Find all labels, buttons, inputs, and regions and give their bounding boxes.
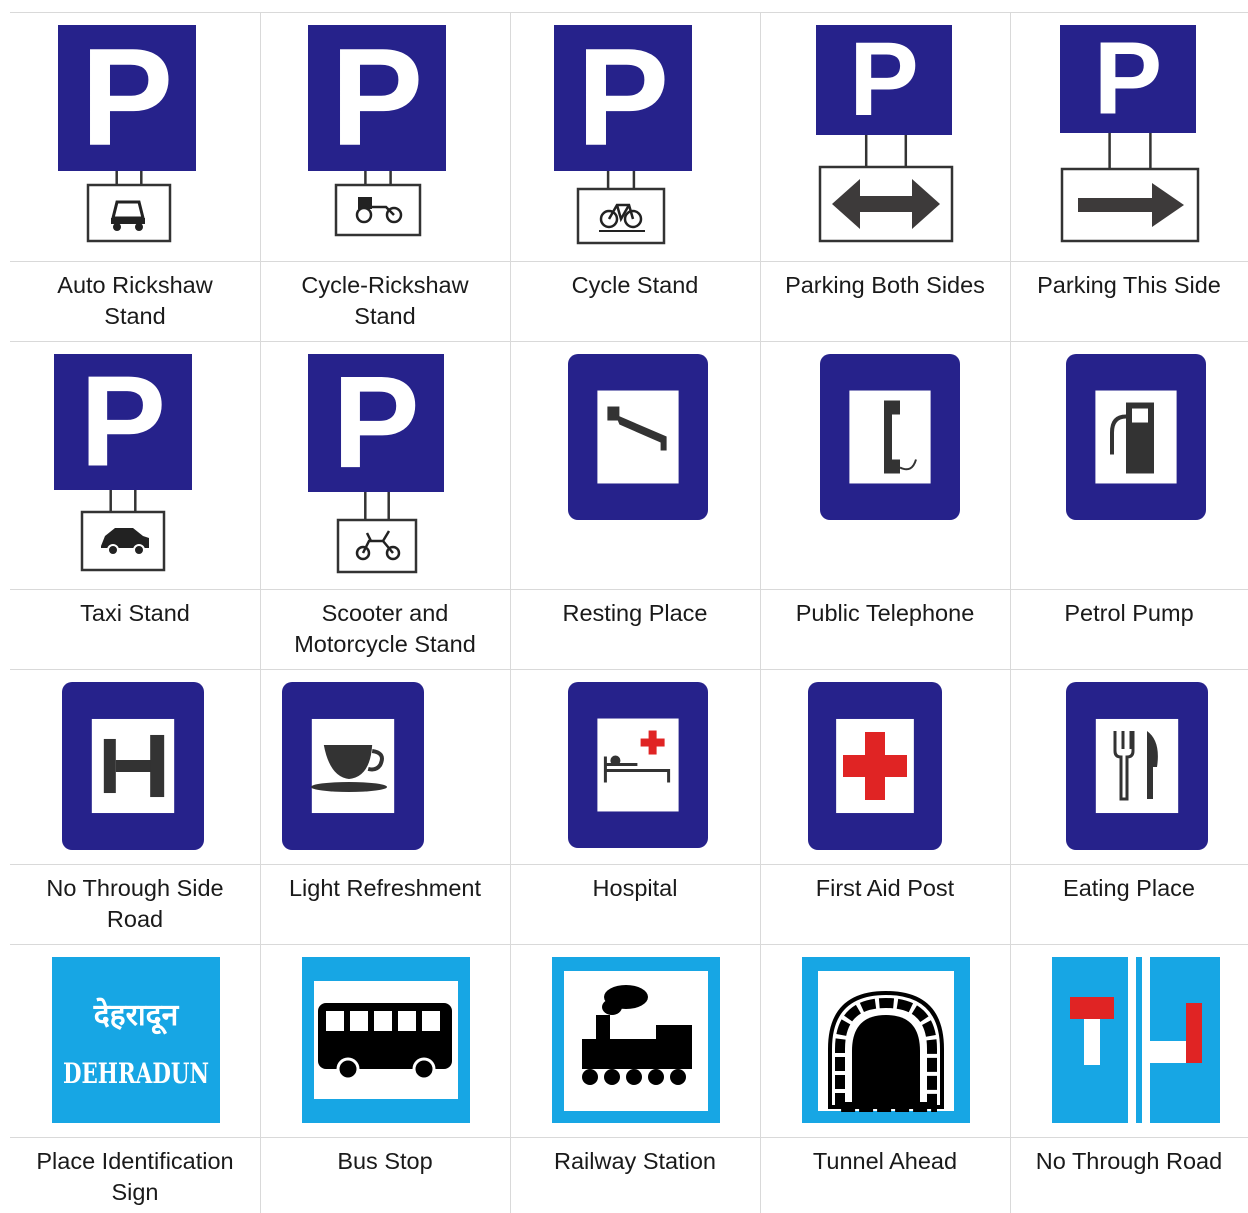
place-name-hindi: देहरादून xyxy=(93,997,180,1035)
sign-label: Taxi Stand xyxy=(80,600,190,626)
svg-text:P: P xyxy=(80,350,166,494)
sign-label-cell: Resting Place xyxy=(510,589,760,669)
sign-image-cell xyxy=(260,669,510,864)
telephone-icon xyxy=(820,354,960,520)
sign-label: Cycle Stand xyxy=(571,272,699,298)
sign-label: Auto Rickshaw Stand xyxy=(57,272,213,329)
red-cross-icon xyxy=(808,682,942,850)
sign-label: Parking Both Sides xyxy=(785,272,985,298)
sign-image-cell: P xyxy=(510,12,760,261)
sign-image-cell xyxy=(1010,669,1248,864)
sign-image-cell: P xyxy=(760,12,1010,261)
sign-image-cell: P xyxy=(260,12,510,261)
svg-text:P: P xyxy=(577,20,670,175)
tunnel-icon xyxy=(802,957,970,1123)
svg-text:P: P xyxy=(849,21,919,138)
sign-image-cell xyxy=(10,669,260,864)
sign-label-cell: No Through Road xyxy=(1010,1137,1248,1213)
sign-label: No Through Road xyxy=(1035,1148,1223,1174)
parking-auto-rickshaw-icon: P xyxy=(58,20,196,243)
sign-label: Cycle-Rickshaw Stand xyxy=(301,272,469,329)
sign-label: First Aid Post xyxy=(815,875,955,901)
sign-label: Petrol Pump xyxy=(1064,600,1194,626)
sign-image-cell xyxy=(510,669,760,864)
sign-label-cell: First Aid Post xyxy=(760,864,1010,944)
parking-this-side-icon: P xyxy=(1060,21,1200,243)
sign-label-cell: Light Refreshment xyxy=(260,864,510,944)
place-name-english: DEHRADUN xyxy=(63,1057,209,1090)
sign-label: Eating Place xyxy=(1063,875,1195,901)
sign-label-cell: Parking This Side xyxy=(1010,261,1248,341)
parking-scooter-icon: P xyxy=(308,348,444,574)
steam-locomotive-icon xyxy=(552,957,720,1123)
bed-icon xyxy=(568,354,708,520)
sign-label: Public Telephone xyxy=(795,600,975,626)
bus-icon xyxy=(302,957,470,1123)
sign-image-cell xyxy=(260,944,510,1137)
teacup-icon xyxy=(282,682,424,850)
sign-label: Hospital xyxy=(592,875,678,901)
parking-cycle-rickshaw-icon: P xyxy=(308,20,446,237)
svg-text:P: P xyxy=(81,20,174,175)
no-through-road-icon xyxy=(1052,957,1220,1123)
sign-label: Place Identification Sign xyxy=(36,1148,234,1205)
svg-text:P: P xyxy=(331,20,424,175)
sign-label: No Through Side Road xyxy=(46,875,224,932)
sign-label-cell: Place Identification Sign xyxy=(10,1137,260,1213)
sign-image-cell: देहरादून DEHRADUN xyxy=(10,944,260,1137)
sign-label-cell: Scooter and Motorcycle Stand xyxy=(260,589,510,669)
sign-label: Parking This Side xyxy=(1037,272,1221,298)
sign-label-cell: Tunnel Ahead xyxy=(760,1137,1010,1213)
signs-grid: P Auto Rickshaw Stand P Cycle-Rickshaw Stan… xyxy=(10,12,1248,1213)
sign-image-cell: P xyxy=(10,341,260,589)
sign-label-cell: Eating Place xyxy=(1010,864,1248,944)
fork-knife-icon xyxy=(1066,682,1208,850)
hospital-bed-icon xyxy=(568,682,708,848)
sign-image-cell xyxy=(510,944,760,1137)
sign-label-cell: Bus Stop xyxy=(260,1137,510,1213)
sign-image-cell xyxy=(1010,944,1248,1137)
sign-label: Resting Place xyxy=(562,600,708,626)
sign-image-cell: P xyxy=(260,341,510,589)
parking-taxi-icon: P xyxy=(54,350,192,572)
sign-label: Bus Stop xyxy=(337,1148,433,1174)
sign-label: Scooter and Motorcycle Stand xyxy=(294,600,476,657)
parking-both-sides-icon: P xyxy=(816,21,954,243)
sign-label-cell: Public Telephone xyxy=(760,589,1010,669)
sign-label-cell: Taxi Stand xyxy=(10,589,260,669)
sign-label-cell: No Through Side Road xyxy=(10,864,260,944)
sign-image-cell xyxy=(1010,341,1248,589)
sign-label: Railway Station xyxy=(554,1148,716,1174)
sign-label-cell: Railway Station xyxy=(510,1137,760,1213)
svg-text:P: P xyxy=(1094,21,1162,136)
sign-label-cell: Auto Rickshaw Stand xyxy=(10,261,260,341)
sign-label-cell: Hospital xyxy=(510,864,760,944)
sign-image-cell xyxy=(760,341,1010,589)
sign-label-cell: Parking Both Sides xyxy=(760,261,1010,341)
sign-label: Light Refreshment xyxy=(288,875,482,901)
place-name-board-icon: देहरादून DEHRADUN xyxy=(52,957,220,1123)
sign-image-cell: P xyxy=(10,12,260,261)
sign-label-cell: Cycle-Rickshaw Stand xyxy=(260,261,510,341)
svg-text:P: P xyxy=(332,348,419,495)
sign-label-cell: Cycle Stand xyxy=(510,261,760,341)
sign-image-cell: P xyxy=(1010,12,1248,261)
sign-image-cell xyxy=(510,341,760,589)
fuel-pump-icon xyxy=(1066,354,1206,520)
sign-label-cell: Petrol Pump xyxy=(1010,589,1248,669)
no-through-side-road-icon xyxy=(62,682,204,850)
sign-label: Tunnel Ahead xyxy=(812,1148,958,1174)
parking-cycle-icon: P xyxy=(554,20,692,245)
sign-image-cell xyxy=(760,944,1010,1137)
sign-image-cell xyxy=(760,669,1010,864)
